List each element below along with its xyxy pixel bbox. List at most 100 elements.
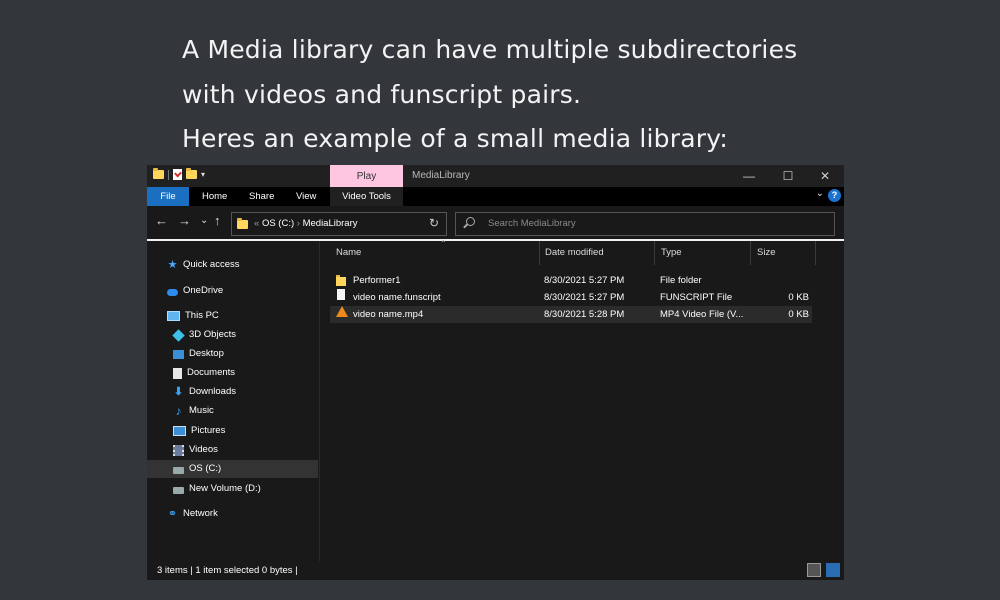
nav-item-label: Pictures	[191, 425, 226, 436]
nav-item-desktop[interactable]: Desktop	[173, 345, 224, 363]
drive-icon	[173, 466, 184, 474]
nav-item-documents[interactable]: Documents	[173, 364, 235, 382]
nav-item-label: Documents	[187, 367, 236, 378]
column-header-date[interactable]: Date modified	[539, 241, 655, 265]
caption: A Media library can have multiple subdir…	[182, 28, 962, 162]
toolbar-divider	[168, 169, 169, 180]
tab-view[interactable]: View	[296, 187, 316, 206]
nav-item-label: Quick access	[183, 259, 240, 270]
column-header-type[interactable]: Type	[655, 241, 751, 265]
file-date: 8/30/2021 5:28 PM	[544, 309, 625, 320]
file-name: video name.funscript	[353, 292, 441, 303]
file-size: 0 KB	[788, 292, 809, 303]
file-row[interactable]: Performer1 8/30/2021 5:27 PM File folder	[330, 272, 812, 289]
nav-item-os-c[interactable]: OS (C:)	[147, 460, 318, 478]
maximize-button[interactable]: ☐	[773, 166, 803, 186]
recent-locations-button[interactable]: ⌄	[200, 214, 208, 228]
vlc-icon	[336, 306, 348, 317]
folder-icon[interactable]	[153, 168, 164, 179]
desktop-icon	[173, 349, 184, 359]
folder-icon	[336, 275, 346, 286]
details-view-icon[interactable]	[807, 563, 821, 577]
help-icon[interactable]: ?	[828, 189, 841, 202]
nav-item-new-volume[interactable]: New Volume (D:)	[173, 480, 261, 498]
tab-home[interactable]: Home	[202, 187, 227, 206]
nav-item-label: Downloads	[189, 386, 236, 397]
context-tab-play[interactable]: Play	[330, 165, 403, 187]
nav-item-label: 3D Objects	[189, 329, 236, 340]
close-button[interactable]: ✕	[810, 166, 840, 186]
document-icon	[173, 367, 182, 379]
tab-video-tools[interactable]: Video Tools	[330, 187, 403, 206]
file-type: MP4 Video File (V...	[660, 309, 744, 320]
file-row[interactable]: video name.funscript 8/30/2021 5:27 PM F…	[330, 289, 812, 306]
folder-icon	[237, 218, 248, 229]
nav-item-onedrive[interactable]: OneDrive	[167, 282, 223, 300]
tab-share[interactable]: Share	[249, 187, 274, 206]
nav-item-downloads[interactable]: ⬇ Downloads	[173, 383, 236, 401]
cube-icon	[172, 328, 185, 342]
column-header-size[interactable]: Size	[751, 241, 816, 265]
status-text: 3 items | 1 item selected 0 bytes |	[157, 565, 298, 576]
nav-item-label: OS (C:)	[189, 463, 222, 474]
search-icon	[466, 217, 475, 226]
file-name: video name.mp4	[353, 309, 424, 320]
file-name: Performer1	[353, 275, 401, 286]
file-explorer-window: ▾ Play MediaLibrary — ☐ ✕ File Home Shar…	[147, 165, 844, 580]
caption-line-2: with videos and funscript pairs.	[182, 79, 582, 109]
file-icon	[337, 289, 345, 300]
back-button[interactable]: ←	[155, 214, 168, 228]
nav-item-this-pc[interactable]: This PC	[167, 307, 219, 325]
address-bar[interactable]: « OS (C:) › MediaLibrary ↻	[231, 212, 447, 236]
video-icon	[173, 444, 184, 456]
nav-item-pictures[interactable]: Pictures	[173, 422, 225, 440]
nav-item-label: Network	[183, 508, 218, 519]
caption-line-3: Heres an example of a small media librar…	[182, 124, 729, 153]
nav-item-label: This PC	[185, 310, 219, 321]
cloud-icon	[167, 288, 178, 296]
nav-item-network[interactable]: ⚭ Network	[167, 505, 218, 523]
status-bar: 3 items | 1 item selected 0 bytes |	[147, 561, 844, 580]
column-header-name[interactable]: Name ⌃	[330, 239, 540, 265]
file-date: 8/30/2021 5:27 PM	[544, 275, 625, 286]
file-row-selected[interactable]: video name.mp4 8/30/2021 5:28 PM MP4 Vid…	[330, 306, 812, 323]
file-list: Name ⌃ Date modified Type Size Performer…	[320, 239, 844, 561]
breadcrumb-arrow-icon[interactable]: ›	[297, 218, 300, 229]
breadcrumb: « OS (C:) › MediaLibrary	[254, 218, 358, 229]
file-size: 0 KB	[788, 309, 809, 320]
caption-line-1: A Media library can have multiple subdir…	[182, 35, 798, 64]
new-folder-icon[interactable]	[186, 168, 197, 179]
breadcrumb-folder[interactable]: MediaLibrary	[303, 218, 358, 229]
nav-item-3d-objects[interactable]: 3D Objects	[172, 326, 236, 344]
nav-item-label: OneDrive	[183, 285, 224, 296]
download-icon: ⬇	[173, 385, 184, 398]
nav-item-label: New Volume (D:)	[189, 483, 261, 494]
nav-item-quick-access[interactable]: ★ Quick access	[167, 256, 240, 274]
forward-button[interactable]: →	[178, 214, 191, 228]
quick-access-toolbar: ▾	[153, 168, 205, 180]
breadcrumb-drive[interactable]: OS (C:)	[262, 218, 294, 229]
up-button[interactable]: ↑	[214, 214, 221, 228]
file-type: File folder	[660, 275, 702, 286]
nav-item-label: Desktop	[189, 348, 224, 359]
chevron-down-icon[interactable]: ⌄	[816, 188, 824, 199]
file-date: 8/30/2021 5:27 PM	[544, 292, 625, 303]
address-row: ← → ⌄ ↑ « OS (C:) › MediaLibrary ↻ Searc…	[147, 206, 844, 239]
nav-item-videos[interactable]: Videos	[173, 441, 218, 459]
sort-ascending-icon: ⌃	[440, 239, 447, 248]
customize-toolbar-icon[interactable]: ▾	[201, 170, 205, 179]
drive-icon	[173, 486, 184, 494]
music-icon: ♪	[175, 403, 182, 418]
minimize-button[interactable]: —	[734, 166, 764, 186]
properties-icon[interactable]	[173, 169, 182, 180]
nav-item-music[interactable]: ♪ Music	[173, 402, 214, 420]
nav-item-label: Music	[189, 405, 214, 416]
refresh-button[interactable]: ↻	[429, 216, 439, 230]
star-icon: ★	[167, 258, 178, 271]
search-placeholder: Search MediaLibrary	[488, 218, 576, 229]
breadcrumb-overflow[interactable]: «	[254, 218, 259, 229]
large-icons-view-icon[interactable]	[826, 563, 840, 577]
computer-icon	[167, 311, 180, 321]
search-input[interactable]: Search MediaLibrary	[455, 212, 835, 236]
tab-file[interactable]: File	[147, 187, 189, 206]
